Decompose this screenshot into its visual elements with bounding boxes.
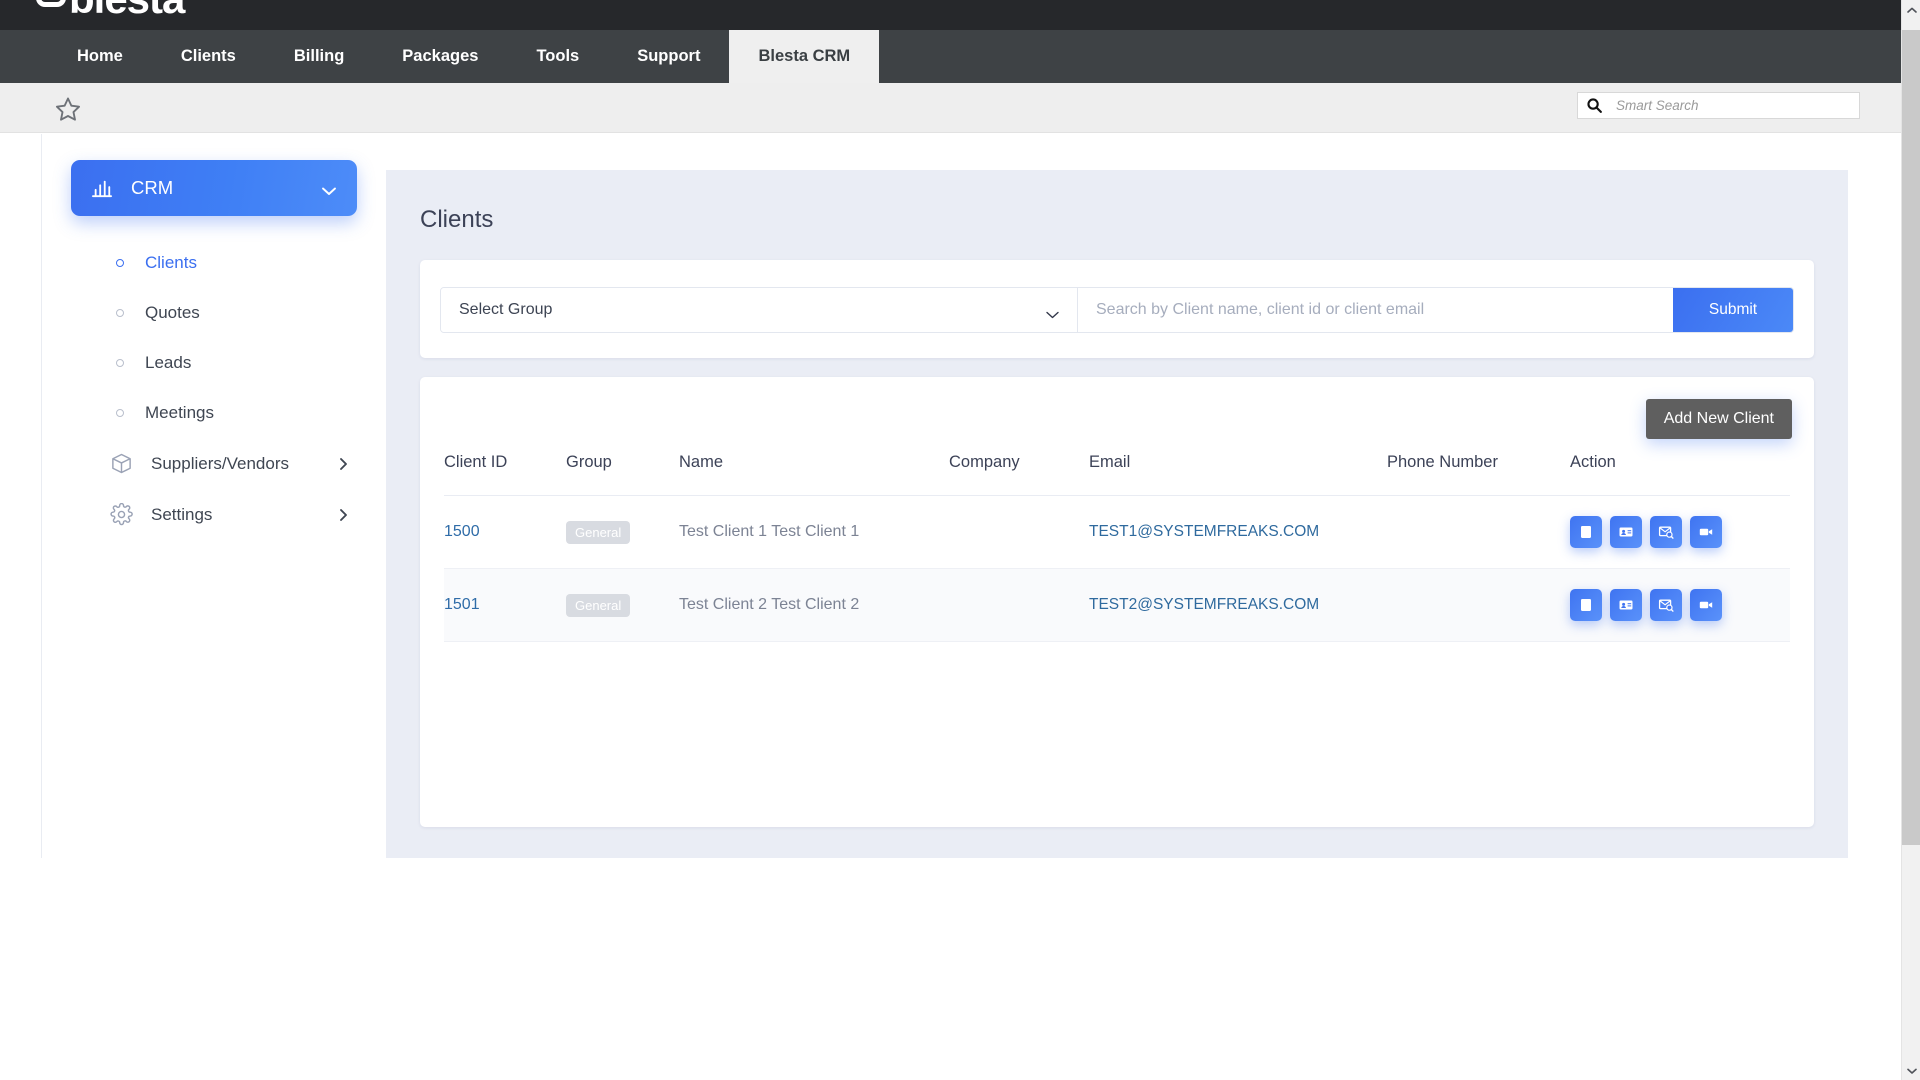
sidebar-item-clients[interactable]: Clients — [43, 238, 385, 288]
scroll-down-icon[interactable] — [1902, 1061, 1920, 1080]
left-rail — [0, 134, 42, 858]
sidebar-item-label: Clients — [145, 253, 197, 272]
sidebar-item-label: Quotes — [145, 303, 200, 322]
bullet-icon — [116, 309, 124, 317]
contact-card-icon[interactable] — [1610, 516, 1642, 548]
row-actions: N — [1570, 589, 1790, 621]
chevron-down-icon — [321, 183, 337, 195]
chevron-right-icon — [339, 508, 348, 522]
brand-bar: blesta — [0, 0, 1901, 30]
column-header-client-id: Client ID — [444, 453, 566, 496]
table-header-row: Client ID Group Name Company Email Phone… — [444, 453, 1790, 496]
column-header-phone-number: Phone Number — [1387, 453, 1570, 496]
gear-icon — [110, 502, 133, 526]
video-camera-icon[interactable] — [1690, 589, 1722, 621]
bar-chart-icon — [91, 178, 113, 198]
nav-item-clients[interactable]: Clients — [152, 30, 265, 83]
table-head: Client ID Group Name Company Email Phone… — [444, 453, 1790, 496]
sidebar-item-leads[interactable]: Leads — [43, 338, 385, 388]
sidebar-group-label: Settings — [151, 504, 213, 524]
bullet-icon — [116, 409, 124, 417]
client-id-link[interactable]: 1501 — [444, 596, 480, 613]
note-icon[interactable]: N — [1570, 589, 1602, 621]
contact-card-icon[interactable] — [1610, 589, 1642, 621]
table-row: 1501 General Test Client 2 Test Client 2… — [444, 568, 1790, 642]
smart-search-box[interactable] — [1577, 92, 1860, 119]
sidebar-item-label: Meetings — [145, 403, 214, 422]
filter-card: Select Group Submit — [420, 260, 1814, 358]
nav-item-billing[interactable]: Billing — [265, 30, 373, 83]
nav-item-tools[interactable]: Tools — [507, 30, 608, 83]
main-navigation: Home Clients Billing Packages Tools Supp… — [0, 30, 1901, 83]
client-company — [949, 495, 1089, 569]
nav-item-blesta-crm[interactable]: Blesta CRM — [729, 30, 880, 83]
browser-viewport: blesta Home Clients Billing Packages Too… — [0, 0, 1901, 858]
bullet-icon — [116, 359, 124, 367]
search-icon — [1586, 97, 1603, 114]
filter-row: Select Group Submit — [440, 287, 1794, 333]
email-search-icon[interactable] — [1650, 516, 1682, 548]
client-email-link[interactable]: TEST1@SYSTEMFREAKS.COM — [1089, 523, 1319, 540]
box-icon — [110, 452, 133, 475]
sidebar-item-meetings[interactable]: Meetings — [43, 388, 385, 438]
note-icon[interactable]: N — [1570, 516, 1602, 548]
client-phone — [1387, 495, 1570, 569]
nav-item-home[interactable]: Home — [48, 30, 152, 83]
nav-item-packages[interactable]: Packages — [373, 30, 507, 83]
star-icon[interactable] — [54, 95, 82, 123]
logo-mark-icon — [36, 0, 66, 7]
client-id-link[interactable]: 1500 — [444, 523, 480, 540]
sidebar-section-crm[interactable]: CRM — [71, 160, 357, 216]
sidebar-item-settings[interactable]: Settings — [43, 489, 385, 540]
group-badge: General — [566, 593, 631, 617]
clients-table: Client ID Group Name Company Email Phone… — [444, 453, 1790, 642]
body-region: CRM Clients Quotes Leads Meetings Suppli… — [0, 134, 1901, 858]
client-name: Test Client 2 Test Client 2 — [679, 568, 949, 642]
column-header-email: Email — [1089, 453, 1387, 496]
sidebar: CRM Clients Quotes Leads Meetings Suppli… — [43, 134, 385, 858]
email-search-icon[interactable] — [1650, 589, 1682, 621]
chevron-right-icon — [339, 457, 348, 471]
scroll-up-icon[interactable] — [1902, 0, 1920, 19]
logo-text: blesta — [69, 0, 185, 22]
client-search-input[interactable] — [1078, 288, 1673, 332]
sidebar-item-quotes[interactable]: Quotes — [43, 288, 385, 338]
vertical-scrollbar[interactable] — [1901, 0, 1920, 1080]
page-title: Clients — [420, 206, 494, 233]
sidebar-sub-list: Clients Quotes Leads Meetings Suppliers/… — [43, 238, 385, 540]
scrollbar-thumb[interactable] — [1902, 30, 1920, 845]
group-select-value: Select Group — [459, 301, 553, 318]
sidebar-group-label: Suppliers/Vendors — [151, 453, 289, 473]
sidebar-section-label: CRM — [131, 177, 174, 198]
column-header-group: Group — [566, 453, 679, 496]
column-header-name: Name — [679, 453, 949, 496]
content-area: Clients Select Group Search by Client na… — [386, 170, 1848, 858]
client-name: Test Client 1 Test Client 1 — [679, 495, 949, 569]
video-camera-icon[interactable] — [1690, 516, 1722, 548]
column-header-company: Company — [949, 453, 1089, 496]
add-new-client-button[interactable]: Add New Client — [1645, 399, 1792, 439]
client-phone — [1387, 568, 1570, 642]
group-badge: General — [566, 520, 631, 544]
chevron-down-icon — [1046, 306, 1059, 319]
client-email-link[interactable]: TEST2@SYSTEMFREAKS.COM — [1089, 596, 1319, 613]
svg-text:N: N — [1583, 603, 1588, 610]
clients-table-card: Add New Client Client ID Group Name Comp… — [420, 377, 1814, 827]
bullet-icon — [116, 259, 124, 267]
nav-item-support[interactable]: Support — [608, 30, 729, 83]
blesta-logo[interactable]: blesta — [36, 0, 185, 22]
sidebar-item-label: Leads — [145, 353, 192, 372]
row-actions: N — [1570, 516, 1790, 548]
client-company — [949, 568, 1089, 642]
smart-search-input[interactable] — [1616, 98, 1859, 113]
group-select[interactable]: Select Group — [441, 288, 1078, 332]
sidebar-item-suppliers-vendors[interactable]: Suppliers/Vendors — [43, 438, 385, 489]
sub-toolbar — [0, 83, 1901, 133]
application-window: blesta Home Clients Billing Packages Too… — [0, 0, 1920, 1080]
table-body: 1500 General Test Client 1 Test Client 1… — [444, 495, 1790, 642]
svg-text:N: N — [1583, 530, 1588, 537]
column-header-action: Action — [1570, 453, 1790, 496]
submit-button[interactable]: Submit — [1673, 288, 1793, 332]
table-row: 1500 General Test Client 1 Test Client 1… — [444, 495, 1790, 569]
